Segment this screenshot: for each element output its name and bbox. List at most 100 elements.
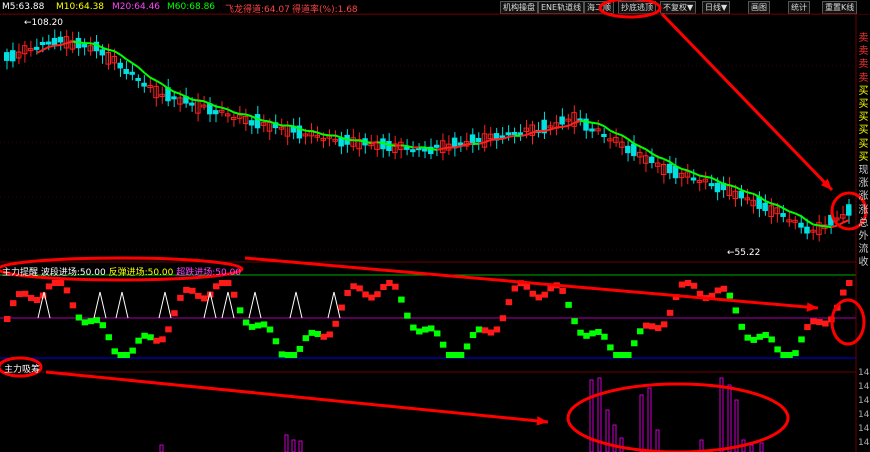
moving-average-line [215,105,223,109]
moving-average-line [191,98,199,102]
indicator-block [183,286,190,293]
indicator-block [260,321,268,328]
candle-body [505,132,512,136]
candle-body [404,146,410,150]
indicator-block [398,296,405,303]
side-label: 现 [858,165,869,176]
moving-average-line [651,152,659,158]
side-label: 涨 [858,191,869,203]
indicator-block [111,348,118,355]
indicator-block [577,329,584,336]
indicator-block [254,322,262,329]
indicator-block [242,319,250,326]
candle-body [511,131,518,136]
moving-average-line [90,42,97,46]
moving-average-line [335,134,342,139]
indicator-block [804,324,811,331]
moving-average-line [573,119,581,124]
indicator-block [386,280,393,286]
indicator1-item-2: 反弹进场:50.00 [108,268,174,278]
moving-average-line [621,134,629,140]
indicator-block [57,280,65,286]
volume-bar [159,444,164,452]
indicator-block [320,333,327,340]
moving-average-line [705,175,712,179]
moving-average-line [556,125,563,129]
moving-average-line [824,225,832,229]
candle-body [171,96,177,100]
candle-body [213,110,219,115]
side-label: 买 [858,99,869,110]
signal-triangle [327,291,341,319]
moving-average-line [221,106,229,111]
moving-average-line [520,133,527,137]
indicator-block [726,292,734,299]
side-label: 卖 [858,33,869,44]
volume-bar [727,384,732,452]
candle-body [475,138,482,143]
indicator-block [147,334,154,341]
axis-tick-label: 14 [858,396,870,406]
indicator-block [571,318,578,325]
indicator-block [487,329,495,336]
volume-bar [655,429,660,452]
indicator-block [177,294,184,301]
candle-body [708,183,715,187]
indicator-block [51,280,59,286]
annotation-arrow [244,256,819,310]
moving-average-line [406,145,414,149]
indicator-block [9,300,17,307]
moving-average-line [842,219,850,224]
moving-average-line [365,140,372,144]
kline-chart[interactable] [0,0,870,452]
moving-average-line [389,144,396,147]
indicator-block [236,307,244,314]
side-label: 卖 [858,72,869,84]
moving-average-line [532,130,539,134]
side-label: 总 [858,217,869,229]
indicator-block [21,290,29,297]
moving-average-line [400,144,408,148]
indicator-block [4,316,11,322]
moving-average-line [813,223,820,227]
indicator-block [362,291,369,298]
candle-body [690,177,697,181]
volume-bar [647,387,652,452]
moving-average-line [490,138,497,141]
moving-average-line [311,130,318,134]
volume-bar [734,399,739,452]
indicator-block [69,302,77,309]
candle-body [254,114,261,129]
moving-average-line [436,147,444,151]
indicator-block [159,336,166,343]
volume-bar [612,424,617,452]
indicator-block [368,294,375,301]
indicator-block [535,294,542,301]
indicator-block [648,323,656,330]
indicator-block [792,350,799,357]
candle-body [738,190,745,199]
indicator-block [475,326,483,333]
candle-body [33,46,40,50]
indicator-block [631,340,638,347]
indicator-block [493,326,501,333]
indicator-block [529,290,536,297]
moving-average-line [143,71,151,79]
moving-average-line [269,120,277,125]
indicator-block [416,328,423,335]
volume-bar [759,442,764,452]
moving-average-line [800,215,808,222]
moving-average-line [819,224,826,228]
volume-bar [749,444,754,452]
moving-average-line [586,120,593,124]
moving-average-line [442,146,450,150]
indicator-block [601,333,608,340]
moving-average-line [78,41,85,45]
moving-average-line [723,182,730,187]
signal-triangle [93,291,107,319]
moving-average-line [108,48,115,53]
moving-average-line [203,100,211,105]
moving-average-line [323,133,330,137]
side-label: 外 [858,231,869,242]
moving-average-line [735,186,742,192]
